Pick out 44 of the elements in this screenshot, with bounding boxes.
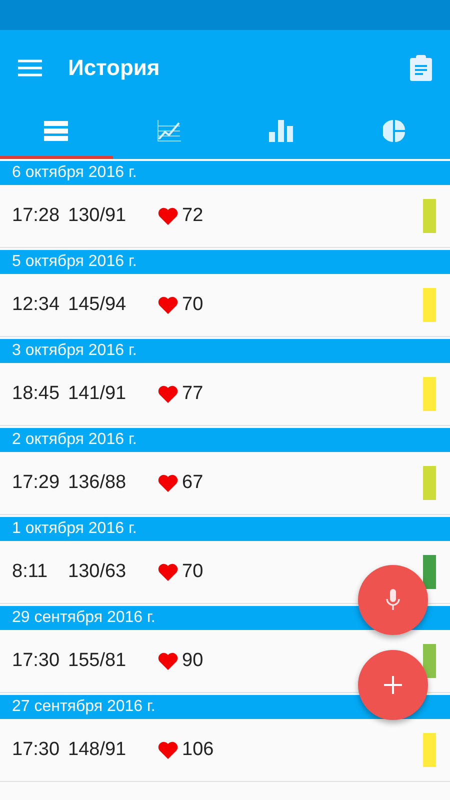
pulse-text: 90 (182, 650, 204, 672)
pulse-text: 77 (182, 383, 204, 405)
heart-icon (158, 652, 178, 670)
heart-icon (158, 563, 178, 581)
heart-icon (158, 207, 178, 225)
pressure-text: 130/91 (68, 205, 128, 227)
menu-icon (18, 58, 42, 76)
menu-button[interactable] (18, 58, 42, 76)
list-icon (44, 120, 68, 140)
heart-icon (158, 741, 178, 759)
date-header: 3 октября 2016 г. (0, 339, 450, 363)
heart-icon (158, 474, 178, 492)
pressure-text: 155/81 (68, 650, 128, 672)
pulse-text: 70 (182, 294, 204, 316)
clipboard-button[interactable] (410, 54, 432, 80)
pressure-text: 136/88 (68, 472, 128, 494)
time-text: 17:28 (12, 205, 61, 227)
date-header: 6 октября 2016 г. (0, 161, 450, 185)
pulse-text: 67 (182, 472, 204, 494)
date-header: 1 октября 2016 г. (0, 517, 450, 541)
time-text: 17:29 (12, 472, 61, 494)
heart-icon (158, 296, 178, 314)
date-header: 2 октября 2016 г. (0, 428, 450, 452)
pie-chart-icon (382, 120, 405, 142)
pulse-text: 106 (182, 739, 215, 761)
pulse-text: 70 (182, 561, 204, 583)
clipboard-icon (410, 54, 432, 80)
pressure-text: 141/91 (68, 383, 128, 405)
date-header: 5 октября 2016 г. (0, 250, 450, 274)
time-text: 17:30 (12, 650, 61, 672)
bar-chart-icon (269, 120, 294, 142)
time-text: 18:45 (12, 383, 61, 405)
time-text: 17:30 (12, 739, 61, 761)
time-text: 12:34 (12, 294, 61, 316)
plus-icon (383, 675, 403, 695)
toolbar-title: История (68, 54, 161, 80)
pressure-text: 130/63 (68, 561, 128, 583)
line-chart-icon (156, 120, 181, 142)
pressure-text: 148/91 (68, 739, 128, 761)
pulse-text: 72 (182, 205, 204, 227)
heart-icon (158, 385, 178, 403)
microphone-icon (386, 589, 400, 611)
time-text: 8:11 (12, 561, 49, 583)
pressure-text: 145/94 (68, 294, 128, 316)
